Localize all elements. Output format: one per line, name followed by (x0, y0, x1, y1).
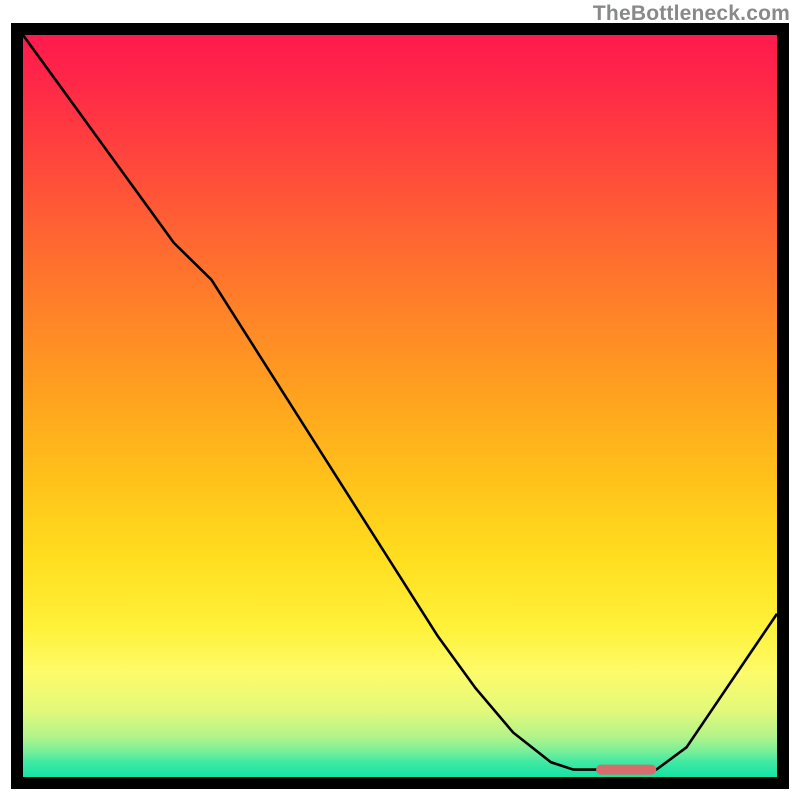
bottleneck-marker (596, 765, 656, 775)
chart-background (23, 35, 777, 777)
chart-plot-area (23, 35, 777, 777)
chart-svg (23, 35, 777, 777)
